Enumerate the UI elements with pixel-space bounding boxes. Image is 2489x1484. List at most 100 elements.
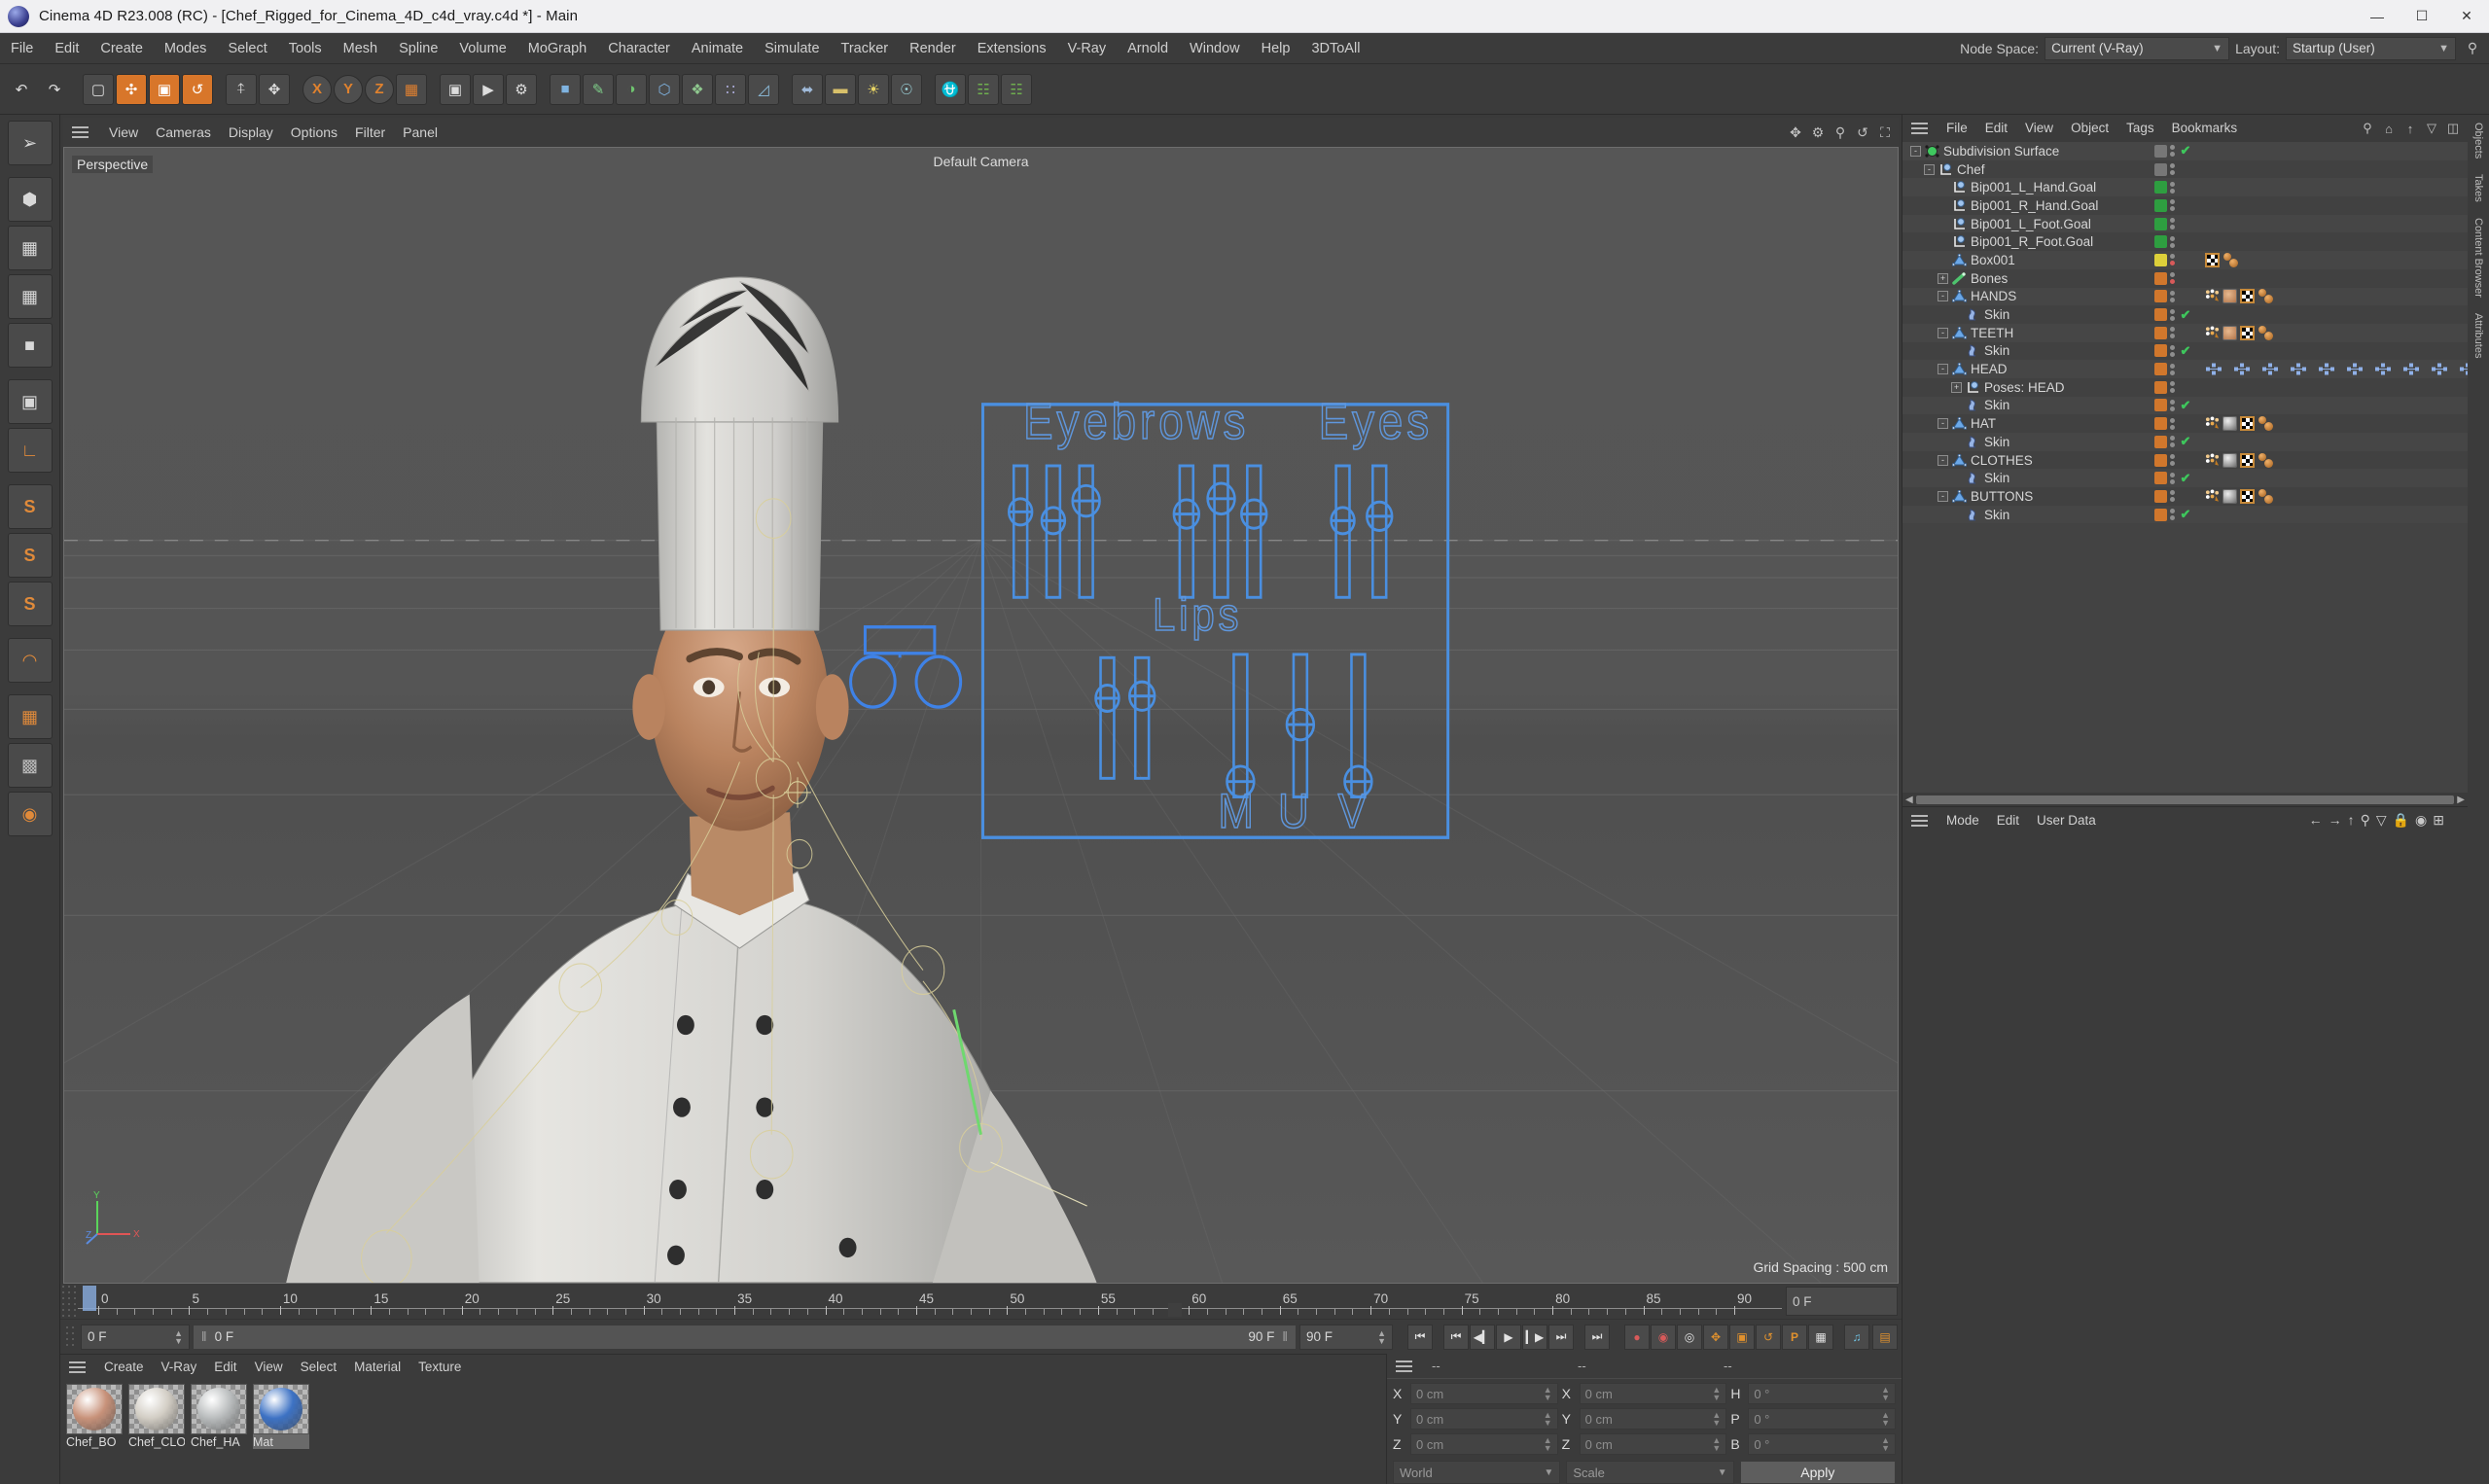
apply-button[interactable]: Apply — [1739, 1461, 1896, 1484]
object-color-swatch[interactable] — [2154, 326, 2167, 339]
collapse-icon[interactable]: - — [1938, 418, 1948, 430]
spline-pen-button[interactable]: ✎ — [583, 73, 614, 105]
object-color-swatch[interactable] — [2154, 363, 2167, 376]
attributes-menu-user-data[interactable]: User Data — [2028, 807, 2105, 834]
material-item[interactable]: Chef_BO — [66, 1384, 123, 1449]
visibility-dots-icon[interactable] — [2170, 490, 2176, 503]
enabled-checkmark-icon[interactable]: ✔ — [2179, 434, 2192, 449]
visibility-dots-icon[interactable] — [2170, 199, 2176, 212]
object-row[interactable]: Skin ✔ — [1902, 396, 2468, 415]
menu-render[interactable]: Render — [899, 33, 967, 64]
coordinate-field-size-z[interactable]: 0 cm ▲ ▼ — [1579, 1433, 1727, 1455]
vertical-tab-attributes[interactable]: Attributes — [2470, 305, 2487, 366]
object-row[interactable]: Box001 — [1902, 251, 2468, 269]
timeline-drag-handle[interactable] — [60, 1284, 78, 1319]
viewport-zoom-icon[interactable]: ⚲ — [1831, 123, 1850, 142]
object-row[interactable]: - CLOTHES — [1902, 450, 2468, 470]
menu-tracker[interactable]: Tracker — [831, 33, 900, 64]
position-key-button[interactable]: ✥ — [1703, 1324, 1728, 1350]
spinner-icon[interactable]: ▲ ▼ — [1881, 1436, 1890, 1453]
render-view-button[interactable]: ▣ — [440, 73, 471, 105]
spinner-icon[interactable]: ▲ ▼ — [1712, 1436, 1721, 1453]
coordinate-mode-dropdown[interactable]: Scale ▼ — [1566, 1461, 1734, 1484]
visibility-dots-icon[interactable] — [2170, 181, 2176, 194]
scroll-right-icon[interactable]: ▶ — [2454, 795, 2468, 805]
spinner-icon[interactable]: ▲ ▼ — [1712, 1411, 1721, 1428]
material-tag-icon[interactable] — [2258, 416, 2275, 432]
object-color-swatch[interactable] — [2154, 380, 2167, 394]
object-row[interactable]: Bip001_L_Foot.Goal — [1902, 214, 2468, 233]
material-tag-icon[interactable] — [2222, 252, 2240, 267]
visibility-dots-icon[interactable] — [2170, 290, 2176, 302]
attributes-menu-mode[interactable]: Mode — [1938, 807, 1988, 834]
menu-3dtoall[interactable]: 3DToAll — [1300, 33, 1370, 64]
enabled-checkmark-icon[interactable]: ✔ — [2179, 343, 2192, 359]
menu-select[interactable]: Select — [217, 33, 277, 64]
menu-spline[interactable]: Spline — [388, 33, 448, 64]
object-color-swatch[interactable] — [2154, 181, 2167, 194]
skin-texture-tag-icon[interactable] — [2222, 289, 2237, 304]
vray-button[interactable]: ⛎ — [935, 73, 966, 105]
python-script-button[interactable]: ☷ — [1001, 73, 1032, 105]
object-row[interactable]: - BUTTONS — [1902, 487, 2468, 506]
visibility-dots-icon[interactable] — [2170, 509, 2176, 521]
material-menu-edit[interactable]: Edit — [205, 1355, 245, 1380]
layout-dropdown[interactable]: Startup (User) ▼ — [2286, 36, 2456, 60]
visibility-dots-icon[interactable] — [2170, 272, 2176, 285]
tool-rotate-workplane-icon[interactable]: ◠ — [7, 638, 53, 683]
menu-help[interactable]: Help — [1251, 33, 1301, 64]
viewport-move-icon[interactable]: ✥ — [1786, 123, 1805, 142]
object-color-swatch[interactable] — [2154, 399, 2167, 412]
visibility-dots-icon[interactable] — [2170, 163, 2176, 176]
move-button[interactable]: ✣ — [116, 73, 147, 105]
menu-extensions[interactable]: Extensions — [967, 33, 1057, 64]
object-menu-bookmarks[interactable]: Bookmarks — [2163, 115, 2247, 142]
timeline-track[interactable]: 0 5 10 15 20 25 30 35 40 45 50 55 60 65 70 75 80 85 90 — [78, 1284, 1782, 1319]
texture-tag-icon[interactable] — [2240, 452, 2255, 468]
search-icon[interactable]: ⚲ — [2462, 38, 2483, 59]
material-preview[interactable] — [66, 1384, 123, 1434]
visibility-dots-icon[interactable] — [2170, 308, 2176, 321]
object-color-swatch[interactable] — [2154, 435, 2167, 448]
goto-start-button[interactable]: ⏮ — [1407, 1324, 1433, 1350]
object-row[interactable]: - Subdivision Surface ✔ — [1902, 142, 2468, 160]
spinner-icon[interactable]: ▲ ▼ — [1544, 1436, 1552, 1453]
object-color-swatch[interactable] — [2154, 417, 2167, 431]
menu-character[interactable]: Character — [597, 33, 681, 64]
keyframe-selection-button[interactable]: ◎ — [1677, 1324, 1702, 1350]
dynamic-place-button[interactable]: ⍏ — [226, 73, 257, 105]
texture-tag-icon[interactable] — [2240, 325, 2255, 340]
spinner-icon[interactable]: ▲ ▼ — [1881, 1411, 1890, 1428]
node-space-dropdown[interactable]: Current (V-Ray) ▼ — [2045, 36, 2230, 60]
coordinate-field-position-y[interactable]: 0 cm ▲ ▼ — [1410, 1408, 1558, 1430]
viewport-menu-hamburger-icon[interactable] — [67, 122, 92, 143]
material-tag-icon[interactable] — [2258, 289, 2275, 304]
material-menu-texture[interactable]: Texture — [409, 1355, 470, 1380]
preview-range-bar[interactable]: ‖ 0 F 90 F ‖ — [193, 1324, 1297, 1350]
collapse-icon[interactable]: - — [1938, 291, 1948, 302]
tool-snap-mode-icon[interactable]: S — [7, 484, 53, 529]
level-of-detail-button[interactable]: ▤ — [1872, 1324, 1898, 1350]
minimize-button[interactable]: — — [2355, 0, 2400, 33]
timeline-marker[interactable] — [1168, 1303, 1183, 1317]
reset-axis-button[interactable]: ✥ — [259, 73, 290, 105]
collapse-icon[interactable]: - — [1910, 145, 1921, 157]
enabled-checkmark-icon[interactable]: ✔ — [2179, 471, 2192, 486]
up-icon[interactable]: ↑ — [2401, 120, 2419, 137]
object-color-swatch[interactable] — [2154, 290, 2167, 303]
scroll-left-icon[interactable]: ◀ — [1902, 795, 1916, 805]
object-row[interactable]: - HAT — [1902, 414, 2468, 433]
arrow-left-icon[interactable]: ← — [2309, 812, 2323, 829]
object-row[interactable]: - TEETH — [1902, 323, 2468, 342]
rotation-key-button[interactable]: ↺ — [1756, 1324, 1781, 1350]
enabled-checkmark-icon[interactable]: ✔ — [2179, 143, 2192, 159]
visibility-dots-icon[interactable] — [2170, 145, 2176, 158]
visibility-dots-icon[interactable] — [2170, 436, 2176, 448]
step-back-button[interactable]: ◀▎ — [1470, 1324, 1495, 1350]
texture-tag-icon[interactable] — [2240, 289, 2255, 304]
object-manager-hamburger-icon[interactable] — [1906, 118, 1932, 139]
coordinates-menu-hamburger-icon[interactable] — [1391, 1356, 1416, 1377]
object-color-swatch[interactable] — [2154, 344, 2167, 358]
lock-icon[interactable]: 🔒 — [2393, 812, 2409, 829]
texture-tag-icon[interactable] — [2240, 488, 2255, 504]
